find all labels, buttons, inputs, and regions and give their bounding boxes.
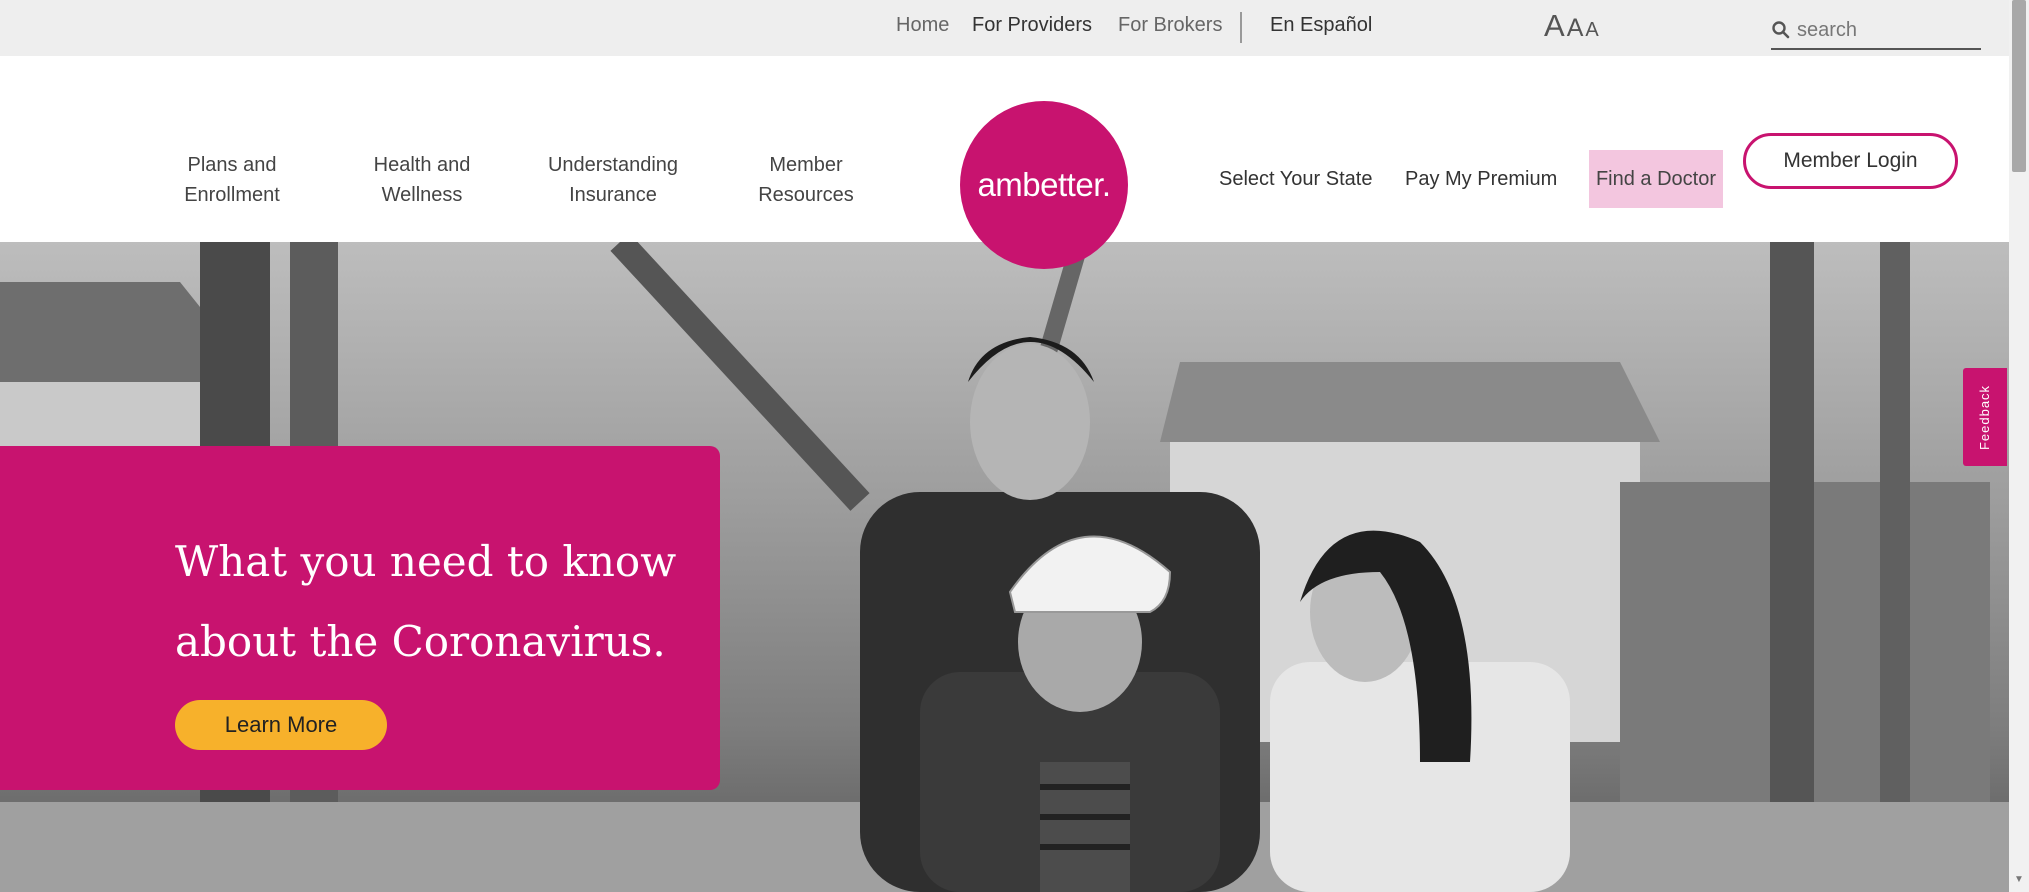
nav-insurance-line1: Understanding — [547, 154, 679, 176]
search-input[interactable] — [1797, 18, 1967, 42]
nav-member-line2: Resources — [758, 184, 854, 206]
nav-member-line1: Member — [769, 154, 843, 176]
select-your-state-link[interactable]: Select Your State — [1219, 150, 1372, 208]
nav-health-wellness[interactable]: Health and Wellness — [362, 150, 482, 210]
feedback-tab[interactable]: Feedback — [1963, 368, 2007, 466]
promo-title-line2: about the Coronavirus. — [175, 617, 666, 666]
text-size-small[interactable]: A — [1585, 19, 1598, 42]
vertical-scrollbar[interactable]: ▼ — [2009, 0, 2029, 892]
pay-my-premium-link[interactable]: Pay My Premium — [1405, 150, 1557, 208]
home-link[interactable]: Home — [896, 14, 949, 37]
member-login-button[interactable]: Member Login — [1743, 133, 1958, 189]
search-icon[interactable] — [1771, 20, 1791, 40]
nav-plans-enrollment[interactable]: Plans and Enrollment — [172, 150, 292, 210]
for-brokers-link[interactable]: For Brokers — [1118, 14, 1222, 37]
scroll-down-icon[interactable]: ▼ — [2009, 874, 2029, 885]
coronavirus-promo-card: What you need to know about the Coronavi… — [0, 446, 720, 790]
promo-title-line1: What you need to know — [175, 537, 677, 586]
promo-title: What you need to know about the Coronavi… — [175, 522, 695, 682]
find-a-doctor-link[interactable]: Find a Doctor — [1589, 150, 1723, 208]
logo-text: ambetter. — [977, 166, 1111, 203]
text-size-medium[interactable]: A — [1567, 14, 1584, 43]
ambetter-logo[interactable]: ambetter. — [960, 101, 1128, 269]
feedback-label: Feedback — [1977, 384, 1993, 450]
nav-plans-line1: Plans and — [187, 154, 277, 176]
nav-understanding-insurance[interactable]: Understanding Insurance — [540, 150, 686, 210]
utility-bar: Home For Providers For Brokers En Españo… — [0, 0, 2009, 56]
scroll-thumb[interactable] — [2012, 0, 2026, 172]
nav-insurance-line2: Insurance — [569, 184, 657, 206]
text-size-large[interactable]: A — [1544, 8, 1565, 44]
for-providers-link[interactable]: For Providers — [972, 14, 1092, 37]
nav-member-resources[interactable]: Member Resources — [746, 150, 866, 210]
en-espanol-link[interactable]: En Español — [1270, 14, 1372, 37]
search-box — [1771, 12, 1981, 50]
hero-banner: What you need to know about the Coronavi… — [0, 242, 2009, 892]
nav-health-line1: Health and — [373, 154, 471, 176]
nav-plans-line2: Enrollment — [184, 184, 280, 206]
nav-health-line2: Wellness — [381, 184, 463, 206]
text-size-controls: A A A — [1544, 8, 1599, 48]
utility-divider — [1240, 12, 1242, 43]
learn-more-button[interactable]: Learn More — [175, 700, 387, 750]
